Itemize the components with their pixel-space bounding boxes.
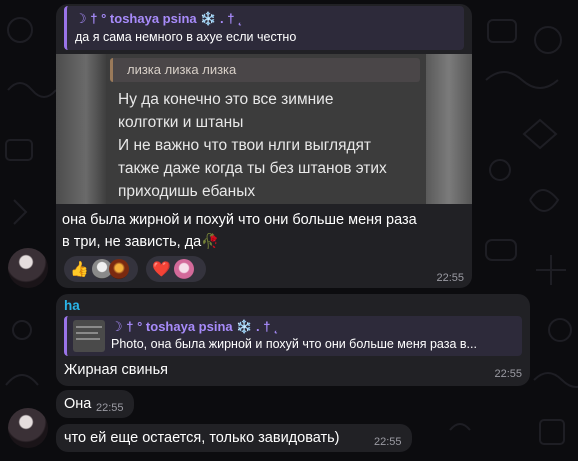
reaction-heart[interactable]: ❤️ xyxy=(146,256,206,282)
sender-name[interactable]: ha xyxy=(64,298,80,313)
reply-preview[interactable]: ☽ † ° toshaya psina ❄️ . † ˛ Photo, она … xyxy=(64,316,522,356)
message-time: 22:55 xyxy=(374,436,402,448)
sender-avatar[interactable] xyxy=(8,408,48,448)
reactions-bar: 👍 ❤️ xyxy=(64,256,314,282)
thumbs-up-icon: 👍 xyxy=(70,260,89,278)
photo-left-strip xyxy=(56,54,106,204)
photo-right-strip xyxy=(426,54,472,204)
reactor-avatar xyxy=(173,259,194,279)
photo-text-line: колготки и штаны xyxy=(118,114,244,131)
reply-author: ☽ † ° toshaya psina ❄️ . † ˛ xyxy=(75,11,243,26)
photo-inner-quote-text: лизка лизка лизка xyxy=(127,62,237,77)
message-bubble[interactable]: что ей еще остается, только завидовать) … xyxy=(56,424,412,452)
message-time: 22:55 xyxy=(436,272,464,284)
message-text: что ей еще остается, только завидовать) xyxy=(64,430,340,446)
photo-text-line: приходишь ебаных xyxy=(118,183,256,200)
reply-text: да я сама немного в ахуе если честно xyxy=(75,30,297,44)
reply-text: Photo, она была жирной и похуй что они б… xyxy=(111,337,477,351)
photo-attachment[interactable]: лизка лизка лизка Ну да конечно это все … xyxy=(56,54,472,204)
photo-text-line: И не важно что твои нлги выглядят xyxy=(118,137,372,154)
message-time: 22:55 xyxy=(96,402,124,414)
photo-inner-quote: лизка лизка лизка xyxy=(110,58,420,82)
photo-caption-line: она была жирной и похуй что они больше м… xyxy=(62,212,417,228)
message-bubble[interactable]: ha ☽ † ° toshaya psina ❄️ . † ˛ Photo, о… xyxy=(56,294,530,386)
reply-author: ☽ † ° toshaya psina ❄️ . † ˛ xyxy=(111,319,279,334)
photo-text-line: Ну да конечно это все зимние xyxy=(118,91,334,108)
message-photo-bubble[interactable]: ☽ † ° toshaya psina ❄️ . † ˛ да я сама н… xyxy=(56,4,472,288)
message-text: Жирная свинья xyxy=(64,362,168,378)
reactor-avatar xyxy=(108,259,129,279)
message-time: 22:55 xyxy=(494,368,522,380)
photo-text-block: Ну да конечно это все зимние колготки и … xyxy=(118,88,387,203)
heart-icon: ❤️ xyxy=(152,260,171,278)
reply-preview[interactable]: ☽ † ° toshaya psina ❄️ . † ˛ да я сама н… xyxy=(64,6,464,50)
reply-thumbnail xyxy=(73,320,105,352)
message-bubble[interactable]: Она 22:55 xyxy=(56,390,134,418)
photo-caption-line: в три, не зависть, да🥀 xyxy=(62,234,220,250)
message-text: Она xyxy=(64,396,92,412)
sender-avatar[interactable] xyxy=(8,248,48,288)
photo-text-line: также даже когда ты без штанов этих xyxy=(118,160,387,177)
reaction-thumbs-up[interactable]: 👍 xyxy=(64,256,138,282)
